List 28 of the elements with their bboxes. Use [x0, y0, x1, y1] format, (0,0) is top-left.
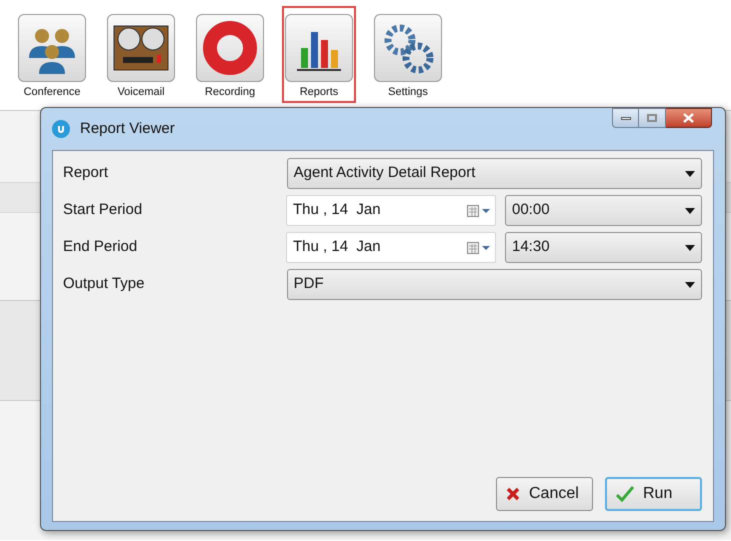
dropdown-caret-icon: [685, 208, 695, 214]
dropdown-caret-icon: [685, 244, 695, 250]
calendar-dropdown-icon: [467, 204, 491, 216]
app-logo-icon: [52, 120, 70, 138]
time-dropdown[interactable]: 00:00: [505, 195, 702, 226]
check-icon: [616, 486, 634, 502]
date-field[interactable]: Thu , 14 Jan: [286, 195, 496, 226]
time-dropdown[interactable]: 14:30: [505, 232, 702, 263]
close-icon: [683, 113, 694, 123]
close-icon: [506, 487, 520, 501]
dropdown-caret-icon: [685, 282, 695, 288]
minimize-button[interactable]: [612, 108, 639, 128]
record-icon: [202, 20, 258, 76]
maximize-button[interactable]: [639, 108, 666, 128]
tape-recorder-icon: [113, 25, 169, 71]
date-field[interactable]: Thu , 14 Jan: [286, 232, 496, 263]
field-label: Report: [63, 163, 110, 184]
dropdown[interactable]: Agent Activity Detail Report: [286, 158, 702, 189]
cancel-button[interactable]: Cancel: [496, 477, 593, 511]
calendar-dropdown-icon: [467, 242, 491, 254]
field-label: Output Type: [63, 274, 146, 294]
field-label: End Period: [63, 237, 138, 258]
field-label: Start Period: [63, 200, 144, 220]
close-button[interactable]: [666, 108, 712, 128]
window-title: Report Viewer: [80, 118, 175, 139]
run-button[interactable]: Run: [605, 477, 702, 511]
dropdown-caret-icon: [685, 170, 695, 176]
dropdown[interactable]: PDF: [286, 269, 702, 300]
